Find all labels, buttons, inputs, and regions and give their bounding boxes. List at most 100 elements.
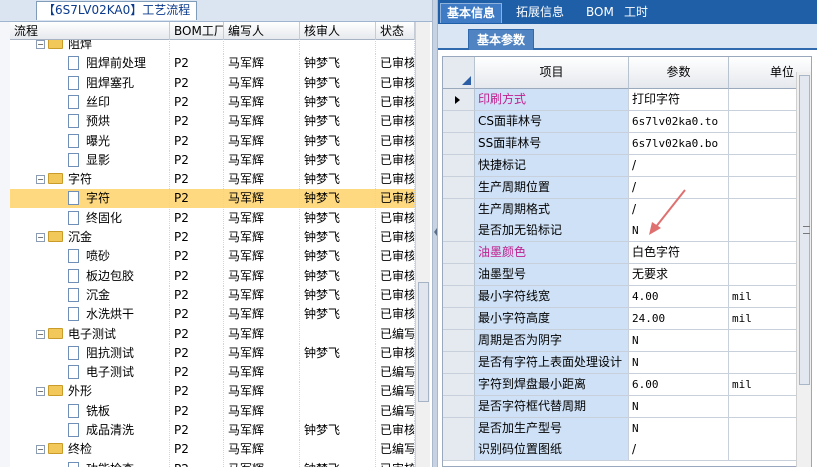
- param-row[interactable]: 是否加无铅标记 N: [443, 220, 811, 243]
- param-row[interactable]: 油墨型号 无要求: [443, 264, 811, 287]
- expand-toggle-icon[interactable]: −: [36, 175, 45, 185]
- expand-toggle-icon[interactable]: −: [36, 387, 45, 397]
- row-indicator[interactable]: [443, 220, 475, 243]
- tree-cell[interactable]: − 电子测试: [10, 324, 170, 344]
- row-indicator[interactable]: [443, 373, 475, 396]
- param-value[interactable]: N: [629, 417, 729, 440]
- tree-row[interactable]: 丝印 P2 马军辉 钟梦飞 已审核: [10, 92, 415, 112]
- param-value[interactable]: 24.00: [629, 308, 729, 330]
- tree-row[interactable]: 曝光 P2 马军辉 钟梦飞 已审核: [10, 131, 415, 151]
- tree-cell[interactable]: − 沉金: [10, 228, 170, 247]
- row-indicator[interactable]: [443, 242, 475, 265]
- tree-row[interactable]: 字符 P2 马军辉 钟梦飞 已审核: [10, 189, 415, 209]
- expand-toggle-icon[interactable]: −: [36, 329, 45, 339]
- row-indicator[interactable]: [443, 198, 475, 221]
- grid-corner[interactable]: [443, 57, 475, 89]
- tree-row[interactable]: − 电子测试 P2 马军辉 已编写: [10, 324, 415, 344]
- tree-cell[interactable]: 电子测试: [10, 363, 170, 383]
- tree-cell[interactable]: 曝光: [10, 131, 170, 151]
- param-value[interactable]: N: [629, 220, 729, 243]
- tree-cell[interactable]: 沉金: [10, 285, 170, 305]
- row-indicator[interactable]: [443, 329, 475, 352]
- tree-cell[interactable]: 丝印: [10, 92, 170, 112]
- param-row[interactable]: 是否加生产型号 N: [443, 417, 811, 440]
- param-row[interactable]: 识别码位置图纸 /: [443, 439, 811, 462]
- param-row[interactable]: 最小字符线宽 4.00 mil: [443, 286, 811, 309]
- tree-cell[interactable]: 水洗烘干: [10, 305, 170, 325]
- tree-row[interactable]: 终固化 P2 马军辉 钟梦飞 已审核: [10, 208, 415, 228]
- expand-toggle-icon[interactable]: −: [36, 40, 45, 49]
- param-row[interactable]: 是否字符框代替周期 N: [443, 395, 811, 418]
- process-flow-tab[interactable]: 【6S7LV02KA0】工艺流程: [36, 1, 198, 20]
- grid-header-item[interactable]: 项目: [475, 57, 629, 89]
- tree-cell[interactable]: − 终检: [10, 440, 170, 460]
- tree-row[interactable]: − 终检 P2 马军辉 已编写: [10, 440, 415, 460]
- param-row[interactable]: SS面菲林号 6s7lv02ka0.bo: [443, 132, 811, 155]
- row-indicator[interactable]: [443, 264, 475, 287]
- param-row[interactable]: 字符到焊盘最小距离 6.00 mil: [443, 373, 811, 396]
- row-indicator[interactable]: [443, 110, 475, 133]
- col-header-reviewer[interactable]: 核审人: [300, 22, 376, 40]
- param-value[interactable]: 4.00: [629, 286, 729, 309]
- tab-basic-info[interactable]: 基本信息: [440, 3, 503, 23]
- param-row[interactable]: 是否有字符上表面处理设计 N: [443, 351, 811, 374]
- row-indicator[interactable]: [443, 417, 475, 440]
- param-row[interactable]: 生产周期格式 /: [443, 198, 811, 221]
- tree-cell[interactable]: − 阻焊: [10, 40, 170, 54]
- tree-row[interactable]: − 外形 P2 马军辉 已编写: [10, 382, 415, 402]
- tree-cell[interactable]: 预烘: [10, 112, 170, 132]
- tree-row[interactable]: 喷砂 P2 马军辉 钟梦飞 已审核: [10, 247, 415, 267]
- param-value[interactable]: 6.00: [629, 373, 729, 396]
- tree-cell[interactable]: 终固化: [10, 208, 170, 228]
- tree-row[interactable]: 成品清洗 P2 马军辉 钟梦飞 已审核: [10, 421, 415, 440]
- param-value[interactable]: N: [629, 329, 729, 352]
- param-row[interactable]: 周期是否为阴字 N: [443, 329, 811, 352]
- tree-cell[interactable]: 显影: [10, 150, 170, 170]
- tree-row[interactable]: 水洗烘干 P2 马军辉 钟梦飞 已审核: [10, 305, 415, 325]
- param-value[interactable]: 白色字符: [629, 242, 729, 265]
- tree-cell[interactable]: 铣板: [10, 401, 170, 421]
- col-header-author[interactable]: 编写人: [224, 22, 300, 40]
- grid-header-param[interactable]: 参数: [629, 57, 729, 89]
- tree-row[interactable]: 电子测试 P2 马军辉 已编写: [10, 363, 415, 383]
- tree-row[interactable]: − 字符 P2 马军辉 钟梦飞 已审核: [10, 170, 415, 190]
- tree-row[interactable]: − 沉金 P2 马军辉 钟梦飞 已审核: [10, 228, 415, 247]
- collapse-arrow-icon[interactable]: [434, 228, 437, 236]
- tree-cell[interactable]: − 外形: [10, 382, 170, 402]
- expand-toggle-icon[interactable]: −: [36, 445, 45, 455]
- tree-cell[interactable]: 阻抗测试: [10, 343, 170, 363]
- param-value[interactable]: /: [629, 198, 729, 221]
- tree-row[interactable]: 显影 P2 马军辉 钟梦飞 已审核: [10, 150, 415, 170]
- row-indicator[interactable]: [443, 154, 475, 177]
- tree-cell[interactable]: 功能检查: [10, 459, 170, 467]
- row-indicator[interactable]: [443, 439, 475, 462]
- tree-row[interactable]: 铣板 P2 马军辉 已编写: [10, 401, 415, 421]
- tree-row[interactable]: 阻焊前处理 P2 马军辉 钟梦飞 已审核: [10, 54, 415, 74]
- param-row[interactable]: 最小字符高度 24.00 mil: [443, 308, 811, 330]
- grid-scroll-thumb[interactable]: [799, 75, 810, 385]
- grid-vertical-scrollbar[interactable]: [796, 72, 811, 467]
- row-indicator[interactable]: [443, 89, 475, 111]
- tab-work-hours[interactable]: 工时: [618, 3, 654, 23]
- param-value[interactable]: /: [629, 176, 729, 199]
- row-indicator[interactable]: [443, 176, 475, 199]
- col-header-bom[interactable]: BOM工厂: [170, 22, 224, 40]
- param-value[interactable]: /: [629, 154, 729, 177]
- col-header-status[interactable]: 状态: [376, 22, 415, 40]
- param-row[interactable]: 油墨颜色 白色字符: [443, 242, 811, 265]
- tree-cell[interactable]: 阻焊塞孔: [10, 73, 170, 93]
- param-row[interactable]: CS面菲林号 6s7lv02ka0.to: [443, 110, 811, 133]
- tree-cell[interactable]: 阻焊前处理: [10, 54, 170, 74]
- param-value[interactable]: 打印字符: [629, 89, 729, 111]
- tree-row[interactable]: 预烘 P2 马军辉 钟梦飞 已审核: [10, 112, 415, 132]
- left-vertical-scrollbar[interactable]: [415, 22, 430, 467]
- row-indicator[interactable]: [443, 132, 475, 155]
- tree-row[interactable]: − 阻焊: [10, 40, 415, 54]
- tree-row[interactable]: 板边包胶 P2 马军辉 钟梦飞 已审核: [10, 266, 415, 286]
- param-value[interactable]: 6s7lv02ka0.bo: [629, 132, 729, 155]
- param-value[interactable]: N: [629, 395, 729, 418]
- param-value[interactable]: 6s7lv02ka0.to: [629, 110, 729, 133]
- tab-basic-params[interactable]: 基本参数: [468, 29, 535, 50]
- tree-row[interactable]: 沉金 P2 马军辉 钟梦飞 已审核: [10, 285, 415, 305]
- tab-extended-info[interactable]: 拓展信息: [510, 3, 570, 23]
